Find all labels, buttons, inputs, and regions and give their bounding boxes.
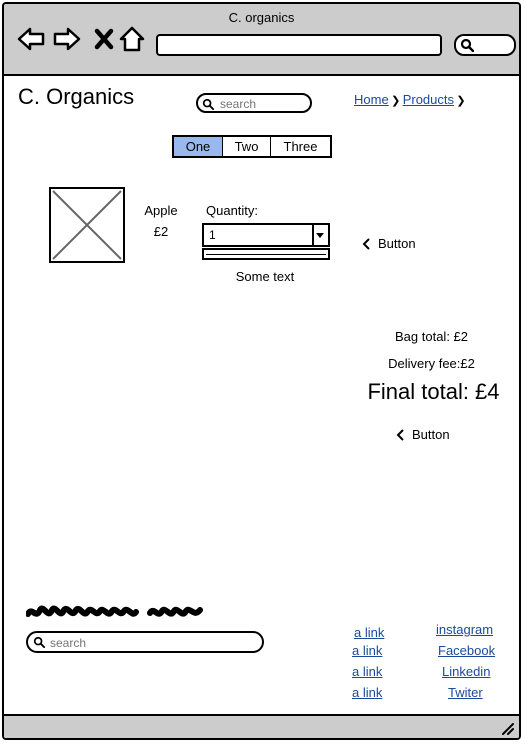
header-search-input[interactable] bbox=[218, 95, 312, 113]
address-bar[interactable] bbox=[156, 34, 442, 56]
twitter-link[interactable]: Twiter bbox=[448, 685, 483, 700]
header-search-box[interactable] bbox=[196, 93, 312, 113]
quantity-value: 1 bbox=[209, 228, 216, 242]
chevron-right-icon: ❯ bbox=[456, 95, 466, 107]
footer-search-box[interactable] bbox=[26, 631, 264, 653]
bag-total: Bag total: £2 bbox=[395, 329, 468, 344]
site-logo-title: C. Organics bbox=[18, 84, 135, 109]
forward-arrow-icon[interactable] bbox=[52, 24, 82, 54]
status-bar bbox=[4, 714, 519, 738]
quantity-select[interactable]: 1 bbox=[202, 223, 330, 247]
tab-one[interactable]: One bbox=[174, 137, 223, 156]
product-caption: Some text bbox=[235, 269, 295, 284]
footer-link[interactable]: a link bbox=[352, 643, 382, 658]
chevron-down-icon bbox=[316, 233, 324, 238]
search-icon bbox=[202, 98, 214, 110]
delivery-fee: Delivery fee:£2 bbox=[388, 356, 475, 371]
final-total: Final total: £4 bbox=[367, 379, 500, 404]
footer-link[interactable]: a link bbox=[352, 685, 382, 700]
breadcrumb: Home ❯ Products ❯ bbox=[354, 92, 468, 107]
close-icon[interactable] bbox=[90, 24, 120, 54]
window-title: C. organics bbox=[228, 10, 295, 25]
linkedin-link[interactable]: Linkedin bbox=[442, 664, 490, 679]
tab-two[interactable]: Two bbox=[223, 137, 271, 156]
footer-search-input[interactable] bbox=[48, 633, 240, 653]
browser-window: C. organics C. Organics Home❯Prod bbox=[2, 2, 521, 740]
chevron-right-icon: ❯ bbox=[391, 95, 401, 107]
product-button[interactable]: Button bbox=[362, 236, 416, 251]
footer-link[interactable]: a link bbox=[354, 625, 384, 640]
search-icon bbox=[33, 636, 45, 648]
browser-toolbar: C. organics bbox=[4, 4, 519, 76]
image-placeholder-icon bbox=[52, 190, 122, 260]
chevron-left-icon bbox=[362, 237, 370, 250]
product-name: Apple bbox=[144, 203, 178, 218]
breadcrumb-home-link[interactable]: Home bbox=[354, 92, 389, 107]
instagram-link[interactable]: instagram bbox=[436, 622, 493, 637]
search-icon bbox=[460, 38, 474, 52]
product-image-placeholder bbox=[49, 187, 125, 263]
footer-logo-scribble bbox=[26, 605, 203, 617]
dropdown-toggle[interactable] bbox=[312, 225, 328, 245]
footer-link[interactable]: a link bbox=[352, 664, 382, 679]
browser-search-box[interactable] bbox=[454, 34, 516, 56]
quantity-label: Quantity: bbox=[206, 203, 259, 218]
quantity-dropdown-list[interactable] bbox=[202, 248, 330, 260]
facebook-link[interactable]: Facebook bbox=[438, 643, 495, 658]
checkout-button-label: Button bbox=[412, 427, 450, 442]
checkout-button[interactable]: Button bbox=[396, 427, 450, 442]
resize-grip-icon[interactable] bbox=[499, 720, 515, 736]
tab-three[interactable]: Three bbox=[271, 137, 330, 156]
product-price: £2 bbox=[153, 224, 169, 239]
home-icon[interactable] bbox=[117, 24, 147, 54]
back-arrow-icon[interactable] bbox=[16, 24, 46, 54]
chevron-left-icon bbox=[396, 428, 404, 441]
product-button-label: Button bbox=[378, 236, 416, 251]
tab-bar: One Two Three bbox=[172, 135, 332, 158]
breadcrumb-products-link[interactable]: Products bbox=[403, 92, 454, 107]
